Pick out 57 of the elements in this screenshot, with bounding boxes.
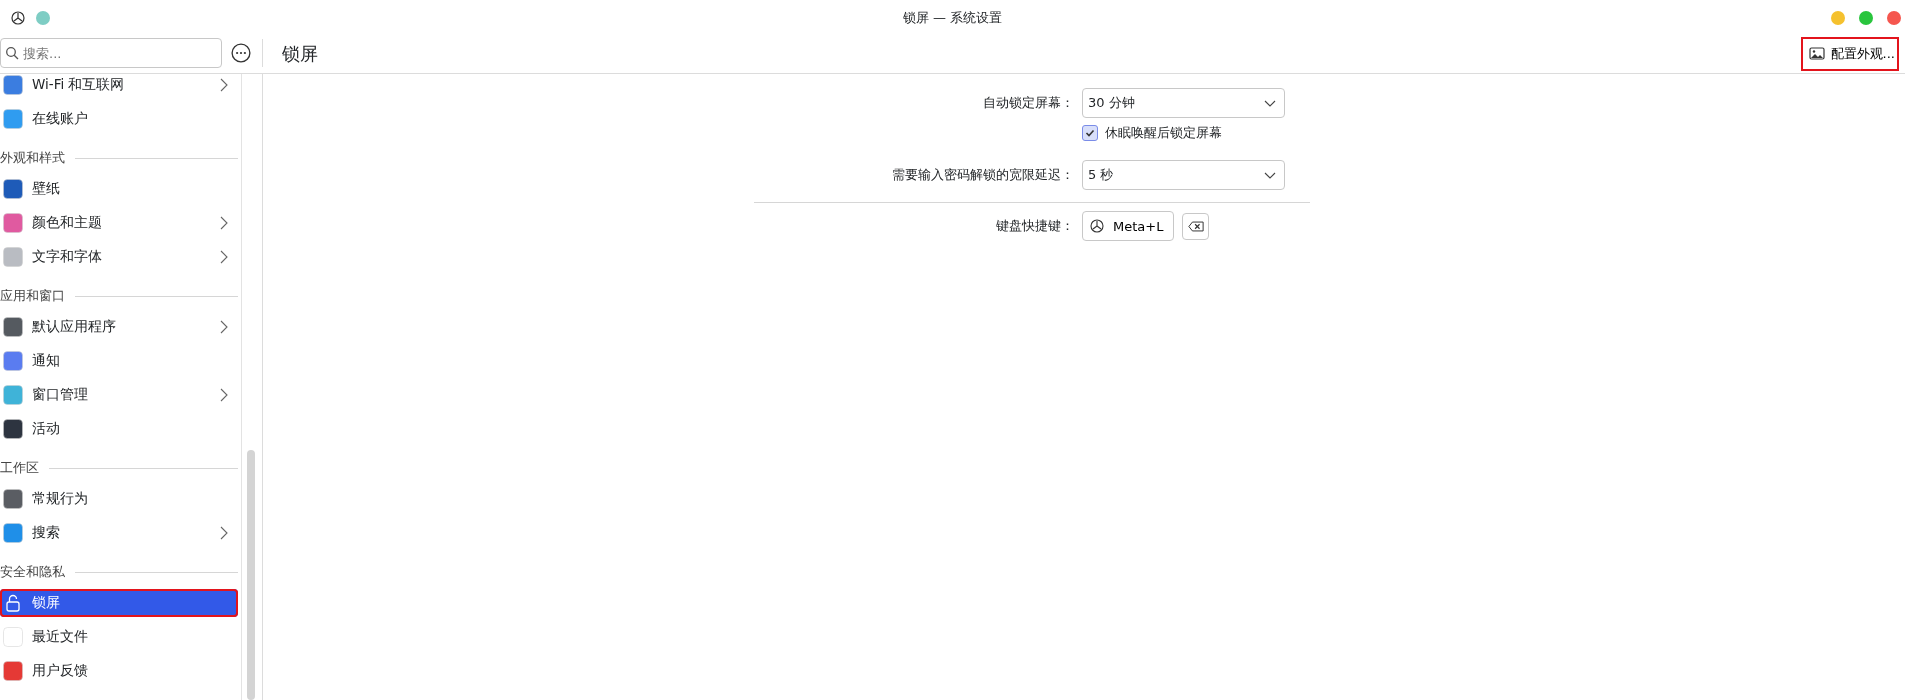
close-button[interactable] bbox=[1887, 10, 1901, 25]
section-header: 外观和样式 bbox=[0, 149, 65, 167]
sidebar-item[interactable]: 通知 bbox=[0, 347, 238, 375]
checkbox[interactable]: 休眠唤醒后锁定屏幕 bbox=[1082, 124, 1222, 142]
field-label: 键盘快捷键： bbox=[995, 217, 1074, 235]
app-icon[interactable] bbox=[10, 9, 26, 26]
section-header: 工作区 bbox=[0, 459, 39, 477]
section-header: 安全和隐私 bbox=[0, 563, 65, 581]
caret-icon bbox=[1264, 171, 1276, 179]
scrollbar[interactable] bbox=[247, 450, 255, 700]
more-button[interactable] bbox=[231, 43, 251, 63]
pin-dot[interactable] bbox=[36, 10, 50, 25]
maximize-button[interactable] bbox=[1859, 10, 1873, 25]
app-icon bbox=[3, 109, 23, 129]
app-icon bbox=[3, 351, 23, 371]
sidebar-item[interactable]: 搜索 bbox=[0, 519, 238, 547]
backspace-icon bbox=[1187, 220, 1204, 232]
lock-icon bbox=[3, 593, 23, 613]
dropdown[interactable]: 5 秒 bbox=[1082, 160, 1285, 190]
section-header: 应用和窗口 bbox=[0, 287, 65, 305]
app-icon bbox=[3, 179, 23, 199]
meta-key-icon bbox=[1089, 218, 1105, 234]
app-icon bbox=[3, 627, 23, 647]
sidebar-item[interactable]: 常规行为 bbox=[0, 485, 238, 513]
field-label: 需要输入密码解锁的宽限延迟： bbox=[891, 166, 1074, 184]
sidebar-item[interactable]: Wi-Fi 和互联网 bbox=[0, 74, 238, 99]
dropdown[interactable]: 30 分钟 bbox=[1082, 88, 1285, 118]
sidebar-item[interactable]: 壁纸 bbox=[0, 175, 238, 203]
sidebar-item[interactable]: 窗口管理 bbox=[0, 381, 238, 409]
app-icon bbox=[3, 661, 23, 681]
clear-shortcut-button[interactable] bbox=[1182, 212, 1210, 240]
configure-appearance-button[interactable]: 配置外观... bbox=[1800, 37, 1899, 71]
app-icon bbox=[3, 419, 23, 439]
sidebar-item[interactable]: 活动 bbox=[0, 415, 238, 443]
field-label: 自动锁定屏幕： bbox=[982, 94, 1074, 112]
app-icon bbox=[3, 317, 23, 337]
page-title: 锁屏 bbox=[282, 42, 318, 66]
app-icon bbox=[3, 213, 23, 233]
sidebar-item[interactable]: 文字和字体 bbox=[0, 243, 238, 271]
sidebar-item[interactable]: 最近文件 bbox=[0, 623, 238, 651]
shortcut-button[interactable]: Meta+L bbox=[1082, 211, 1175, 241]
sidebar-item[interactable]: 颜色和主题 bbox=[0, 209, 238, 237]
app-icon bbox=[3, 523, 23, 543]
sidebar-item[interactable]: 默认应用程序 bbox=[0, 313, 238, 341]
app-icon bbox=[3, 385, 23, 405]
search-field[interactable]: 搜索... bbox=[0, 38, 222, 68]
sidebar-item[interactable]: 在线账户 bbox=[0, 105, 238, 133]
app-icon bbox=[3, 247, 23, 267]
app-icon bbox=[3, 75, 23, 95]
caret-icon bbox=[1264, 99, 1276, 107]
app-icon bbox=[3, 489, 23, 509]
checkmark-icon bbox=[1084, 127, 1096, 139]
sidebar-item[interactable]: 锁屏 bbox=[0, 589, 238, 617]
window-title: 锁屏 — 系统设置 bbox=[902, 8, 1003, 27]
sidebar-item[interactable]: 用户反馈 bbox=[0, 657, 238, 685]
search-icon bbox=[5, 46, 19, 60]
image-icon bbox=[1808, 47, 1825, 61]
